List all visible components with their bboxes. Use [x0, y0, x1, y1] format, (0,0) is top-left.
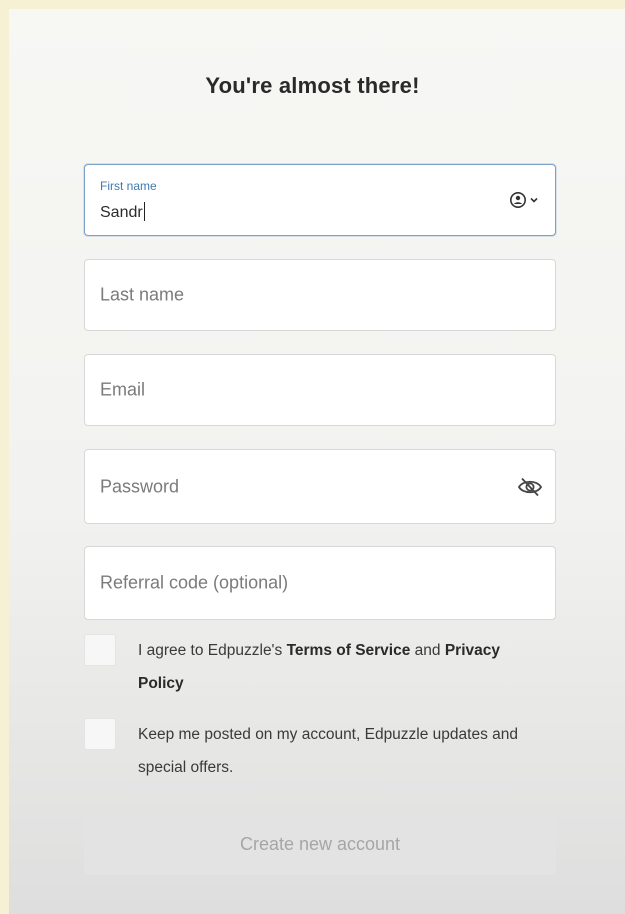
create-account-button[interactable]: Create new account [84, 813, 556, 875]
referral-code-field[interactable]: Referral code (optional) [84, 546, 556, 620]
last-name-field[interactable]: Last name [84, 259, 556, 331]
password-placeholder: Password [100, 476, 180, 496]
eye-slash-icon[interactable] [517, 476, 543, 498]
email-field[interactable]: Email [84, 354, 556, 426]
chevron-down-icon [530, 197, 538, 203]
updates-checkbox[interactable] [84, 718, 116, 750]
contact-icon [510, 192, 526, 208]
terms-checkbox[interactable] [84, 634, 116, 666]
terms-agreement-text: I agree to Edpuzzle's Terms of Service a… [138, 642, 501, 692]
first-name-value: Sandr [100, 202, 145, 221]
updates-opt-in-text: Keep me posted on my account, Edpuzzle u… [138, 726, 518, 776]
page-title: You're almost there! [205, 73, 420, 98]
first-name-label: First name [100, 179, 157, 193]
password-field[interactable]: Password [84, 449, 556, 524]
terms-of-service-link[interactable]: Terms of Service [287, 642, 411, 659]
email-placeholder: Email [100, 379, 146, 400]
referral-code-placeholder: Referral code (optional) [100, 572, 289, 593]
text-caret [143, 202, 145, 221]
first-name-field[interactable]: First name Sandr [84, 164, 556, 236]
last-name-placeholder: Last name [100, 284, 185, 305]
contact-autofill-icon[interactable] [509, 191, 539, 209]
